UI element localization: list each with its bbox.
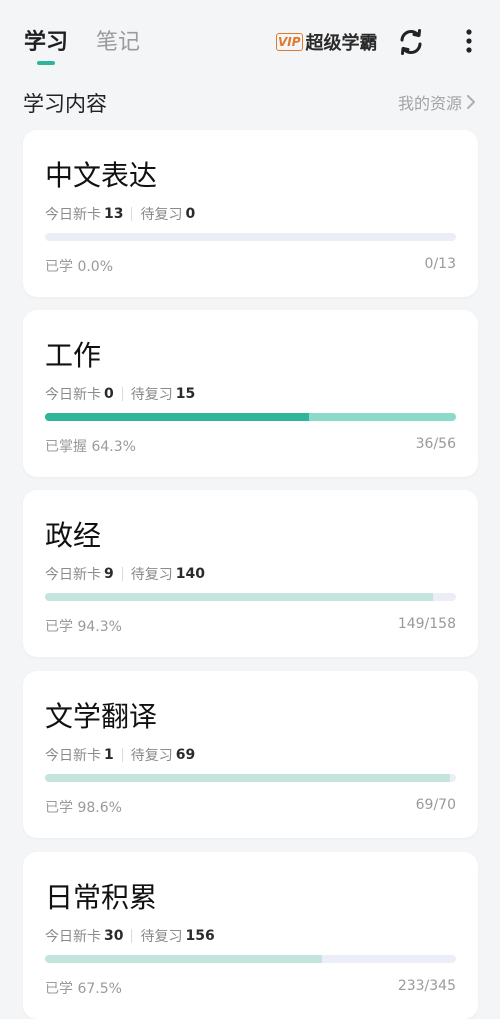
progress-percent: 已掌握 64.3% (45, 439, 136, 455)
vip-label: 超级学霸 (305, 33, 378, 54)
stat-divider (121, 748, 123, 762)
to-review-label: 待复习 (130, 387, 173, 403)
deck-stats: 今日新卡 13 待复习 0 (45, 204, 195, 224)
chevron-right-icon (467, 95, 475, 109)
new-today-count: 9 (104, 566, 114, 582)
deck-stats: 今日新卡 9 待复习 140 (45, 564, 205, 584)
progress-percent: 已学 67.5% (45, 981, 122, 997)
deck-stats: 今日新卡 30 待复习 156 (45, 926, 215, 946)
new-today-label: 今日新卡 (45, 387, 101, 403)
my-resources-label: 我的资源 (397, 94, 462, 113)
to-review-count: 140 (175, 566, 205, 582)
top-bar: 学习 笔记 VIP 超级学霸 (0, 0, 500, 84)
progress-percent: 已学 94.3% (45, 619, 122, 635)
stat-divider (121, 387, 123, 401)
to-review-label: 待复习 (140, 207, 183, 223)
progress-learned-fill (45, 774, 451, 782)
progress-bar (45, 774, 456, 782)
progress-percent: 已学 0.0% (45, 259, 114, 275)
progress-learned-fill (45, 593, 433, 601)
new-today-label: 今日新卡 (45, 567, 101, 583)
new-today-count: 0 (104, 386, 114, 402)
to-review-count: 156 (185, 928, 215, 944)
progress-bar (45, 955, 456, 963)
to-review-label: 待复习 (130, 748, 173, 764)
new-today-label: 今日新卡 (45, 748, 101, 764)
to-review-count: 0 (185, 206, 196, 222)
progress-count: 233/345 (397, 978, 456, 994)
to-review-count: 69 (175, 747, 196, 763)
active-tab-indicator (37, 61, 55, 65)
vip-button[interactable]: VIP 超级学霸 (276, 28, 378, 56)
tab-study[interactable]: 学习 (24, 28, 68, 58)
progress-bar (45, 413, 456, 421)
deck-title: 中文表达 (45, 159, 158, 192)
deck-card[interactable]: 日常积累 今日新卡 30 待复习 156 已学 67.5% 233/345 (23, 852, 478, 1019)
stat-divider (131, 929, 133, 943)
progress-mastered-fill (45, 413, 310, 421)
stat-divider (131, 207, 133, 221)
progress-count: 149/158 (397, 616, 456, 632)
progress-bar (45, 233, 456, 241)
section-header: 学习内容 我的资源 (0, 84, 500, 120)
deck-card[interactable]: 中文表达 今日新卡 13 待复习 0 已学 0.0% 0/13 (23, 130, 478, 297)
new-today-count: 1 (104, 747, 114, 763)
deck-card[interactable]: 文学翻译 今日新卡 1 待复习 69 已学 98.6% 69/70 (23, 671, 478, 838)
refresh-icon[interactable] (395, 26, 427, 58)
new-today-label: 今日新卡 (45, 207, 101, 223)
progress-bar (45, 593, 456, 601)
progress-count: 36/56 (415, 436, 456, 452)
deck-title: 工作 (45, 339, 102, 372)
tab-notes[interactable]: 笔记 (96, 28, 140, 58)
stat-divider (121, 567, 123, 581)
section-title: 学习内容 (23, 92, 107, 116)
to-review-label: 待复习 (140, 929, 183, 945)
vip-badge: VIP (276, 33, 303, 51)
more-vertical-icon[interactable] (458, 26, 490, 58)
deck-title: 日常积累 (45, 881, 158, 914)
deck-stats: 今日新卡 0 待复习 15 (45, 384, 195, 404)
deck-card[interactable]: 工作 今日新卡 0 待复习 15 已掌握 64.3% 36/56 (23, 310, 478, 477)
deck-card[interactable]: 政经 今日新卡 9 待复习 140 已学 94.3% 149/158 (23, 490, 478, 657)
progress-count: 69/70 (415, 797, 456, 813)
deck-stats: 今日新卡 1 待复习 69 (45, 745, 195, 765)
new-today-count: 30 (104, 928, 124, 944)
my-resources-link[interactable]: 我的资源 (398, 90, 476, 114)
deck-title: 政经 (45, 519, 102, 552)
new-today-count: 13 (104, 206, 124, 222)
to-review-label: 待复习 (130, 567, 173, 583)
progress-percent: 已学 98.6% (45, 800, 122, 816)
to-review-count: 15 (175, 386, 196, 402)
deck-title: 文学翻译 (45, 700, 158, 733)
progress-learned-fill (45, 955, 323, 963)
new-today-label: 今日新卡 (45, 929, 101, 945)
progress-count: 0/13 (424, 256, 456, 272)
